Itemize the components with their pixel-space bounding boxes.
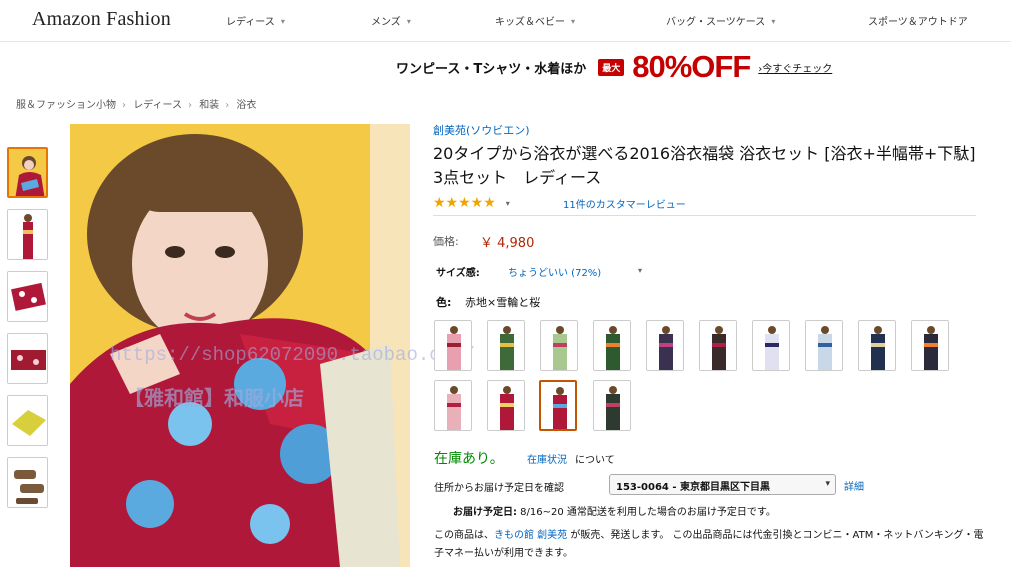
breadcrumb-separator: › xyxy=(122,100,126,111)
color-swatch[interactable] xyxy=(434,320,472,371)
chevron-down-icon[interactable]: ▾ xyxy=(506,199,510,208)
delivery-label: お届け予定日: xyxy=(453,507,517,518)
stars-icon: ★★★★★ xyxy=(433,195,496,211)
stock-status: 在庫あり。 xyxy=(434,451,504,467)
promo-badge: 最大 xyxy=(598,58,625,76)
nav-label: メンズ xyxy=(371,17,401,28)
breadcrumb-item[interactable]: 服＆ファッション小物 xyxy=(16,100,116,111)
size-fit-value[interactable]: ちょうどいい (72%) xyxy=(508,264,601,279)
address-label: 住所からお届け予定日を確認 xyxy=(434,483,564,494)
breadcrumb-separator: › xyxy=(188,100,192,111)
seller-link[interactable]: きもの館 創美苑 xyxy=(494,530,567,541)
nav-ladies[interactable]: レディース ▾ xyxy=(226,13,285,28)
reviews-link[interactable]: 11件のカスタマーレビュー xyxy=(563,196,686,211)
zip-select-value: 153-0064 - 東京都目黒区下目黒 xyxy=(616,482,770,493)
color-swatch[interactable] xyxy=(805,320,843,371)
breadcrumb-separator: › xyxy=(225,100,230,111)
chevron-down-icon: ▾ xyxy=(280,17,285,26)
promo-link-label: 今すぐチェック xyxy=(762,63,833,75)
nav-label: バッグ・スーツケース xyxy=(666,17,766,28)
watermark-shop: 【雅和館】和服小店 xyxy=(124,386,304,410)
color-swatch[interactable] xyxy=(593,380,631,431)
chevron-down-icon[interactable]: ▾ xyxy=(638,266,642,275)
breadcrumb-item[interactable]: 浴衣 xyxy=(236,100,256,111)
color-swatch[interactable] xyxy=(593,320,631,371)
chevron-down-icon: ▾ xyxy=(571,17,576,26)
breadcrumb-item[interactable]: 和装 xyxy=(199,100,219,111)
delivery-estimate: お届け予定日: 8/16~20 通常配送を利用した場合のお届け予定日です。 xyxy=(453,503,776,518)
seller-note: この商品は、きもの館 創美苑 が販売、発送します。 この出品商品には代金引換とコ… xyxy=(434,527,984,563)
color-swatch[interactable] xyxy=(752,320,790,371)
thumbnail-3[interactable] xyxy=(7,271,48,322)
nav-mens[interactable]: メンズ ▾ xyxy=(371,13,411,28)
price-label: 価格: xyxy=(433,235,459,248)
star-rating[interactable]: ★★★★★ ▾ xyxy=(433,195,510,211)
stock-status-link[interactable]: 在庫状況 xyxy=(527,451,567,466)
divider xyxy=(433,215,976,216)
promo-banner[interactable]: ワンピース・Tシャツ・水着ほか 最大 80%OFF ›今すぐチェック xyxy=(396,49,832,84)
watermark-url: https://shop62072090.taobao.com/ xyxy=(110,344,475,366)
color-swatch[interactable] xyxy=(434,380,472,431)
stock-status-suffix: について xyxy=(575,455,615,466)
thumbnail-4[interactable] xyxy=(7,333,48,384)
detail-link[interactable]: 詳細 xyxy=(844,478,864,493)
breadcrumb: 服＆ファッション小物 › レディース › 和装 › 浴衣 xyxy=(16,96,258,111)
nav-sports[interactable]: スポーツ＆アウトドア xyxy=(868,13,968,28)
chevron-down-icon: ▾ xyxy=(771,17,776,26)
chevron-down-icon: ▾ xyxy=(825,479,830,489)
thumbnail-5[interactable] xyxy=(7,395,48,446)
zip-select[interactable]: 153-0064 - 東京都目黒区下目黒 ▾ xyxy=(609,474,836,495)
color-swatch[interactable] xyxy=(699,320,737,371)
product-title: 20タイプから浴衣が選べる2016浴衣福袋 浴衣セット [浴衣+半幅帯+下駄] … xyxy=(433,144,976,187)
promo-off: 80%OFF xyxy=(632,49,751,84)
nav-label: スポーツ＆アウトドア xyxy=(868,17,968,28)
note-prefix: この商品は、 xyxy=(434,530,494,541)
nav-bags[interactable]: バッグ・スーツケース ▾ xyxy=(666,13,775,28)
chevron-down-icon: ▾ xyxy=(406,17,411,26)
color-swatch[interactable] xyxy=(487,320,525,371)
nav-kids[interactable]: キッズ＆ベビー ▾ xyxy=(495,13,575,28)
thumbnail-2[interactable] xyxy=(7,209,48,260)
top-nav: Amazon Fashion レディース ▾ メンズ ▾ キッズ＆ベビー ▾ バッグ・… xyxy=(0,0,1011,42)
color-swatch-selected[interactable] xyxy=(539,380,577,431)
color-swatch[interactable] xyxy=(646,320,684,371)
thumbnail-1[interactable] xyxy=(7,147,48,198)
delivery-text: 8/16~20 通常配送を利用した場合のお届け予定日です。 xyxy=(517,507,776,518)
size-fit-label: サイズ感: xyxy=(436,268,480,279)
color-swatch[interactable] xyxy=(487,380,525,431)
color-swatch[interactable] xyxy=(911,320,949,371)
thumbnail-6[interactable] xyxy=(7,457,48,508)
nav-label: レディース xyxy=(226,17,275,28)
breadcrumb-item[interactable]: レディース xyxy=(133,100,182,111)
brand-link[interactable]: 創美苑(ソウビエン) xyxy=(433,122,530,138)
color-swatch[interactable] xyxy=(540,320,578,371)
promo-text: ワンピース・Tシャツ・水着ほか xyxy=(396,61,587,77)
nav-label: キッズ＆ベビー xyxy=(495,17,565,28)
color-value: 赤地×雪輪と桜 xyxy=(465,296,541,309)
color-swatch[interactable] xyxy=(858,320,896,371)
amazon-fashion-logo[interactable]: Amazon Fashion xyxy=(32,8,171,31)
price-value: ￥ 4,980 xyxy=(480,236,535,251)
color-label: 色: xyxy=(436,296,452,309)
promo-link[interactable]: ›今すぐチェック xyxy=(758,60,832,75)
